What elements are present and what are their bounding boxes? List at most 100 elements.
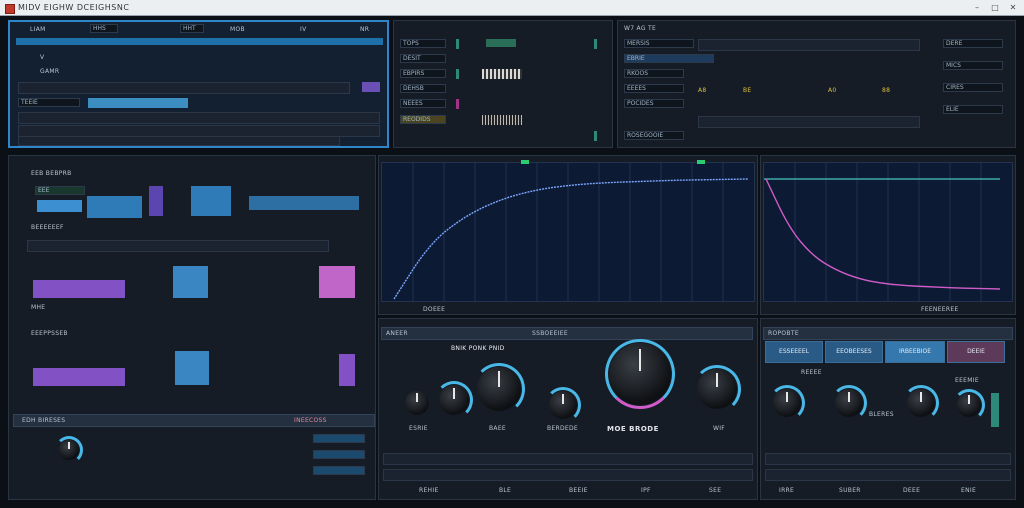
clip-blue[interactable] xyxy=(173,266,208,298)
knob[interactable] xyxy=(831,385,867,421)
right-label: EEEMIE xyxy=(955,377,979,384)
track-lane[interactable] xyxy=(698,116,920,128)
side-field-cires[interactable]: CIRES xyxy=(943,83,1003,92)
level-meter xyxy=(991,393,999,427)
clip-green[interactable] xyxy=(486,39,516,47)
row-eeees[interactable]: EEEES xyxy=(624,84,684,93)
track-lane[interactable] xyxy=(698,39,920,51)
waveform xyxy=(482,69,522,79)
curve-svg-1 xyxy=(393,163,749,301)
purple-clip[interactable] xyxy=(362,82,380,92)
clip-purple[interactable] xyxy=(149,186,163,216)
tab-button[interactable]: ESSEEEEL xyxy=(765,341,823,363)
minimize-button[interactable]: – xyxy=(972,3,982,12)
side-field-elie[interactable]: ELIE xyxy=(943,105,1003,114)
row-desit[interactable]: DESIT xyxy=(400,54,446,63)
clip-blue[interactable] xyxy=(37,200,82,212)
value-a0: A0 xyxy=(828,87,837,94)
knob-label: MOE BRODE xyxy=(607,425,659,433)
curve-plot-1[interactable] xyxy=(381,162,755,302)
bottom-label: DEEE xyxy=(903,487,921,494)
side-field-dere[interactable]: DERE xyxy=(943,39,1003,48)
main-knob[interactable] xyxy=(605,339,675,409)
timeline-header xyxy=(16,38,383,45)
tab-button[interactable]: IRBEEBIOE xyxy=(885,341,945,363)
row-ebrie[interactable]: EBRIE xyxy=(624,54,714,63)
row-pocides[interactable]: POCIDES xyxy=(624,99,684,108)
bottom-label: BLE xyxy=(499,487,512,494)
clip-blue[interactable] xyxy=(87,196,142,218)
knob[interactable] xyxy=(953,389,985,421)
menu-iv[interactable]: IV xyxy=(300,26,306,33)
effects-bottom-strip[interactable] xyxy=(383,453,753,465)
menu-nr[interactable]: NR xyxy=(360,26,369,33)
bottom-label: ENIE xyxy=(961,487,977,494)
right-label: BLERES xyxy=(869,411,894,418)
knob[interactable] xyxy=(405,391,429,415)
label-gamr: GAMR xyxy=(40,68,60,75)
right-bottom-strip[interactable] xyxy=(765,469,1011,481)
row-rkoos[interactable]: RKOOS xyxy=(624,69,684,78)
knob[interactable] xyxy=(545,387,581,423)
blue-field[interactable] xyxy=(313,434,365,443)
track-name-field[interactable]: TEEIE xyxy=(18,98,80,107)
right-bottom-strip[interactable] xyxy=(765,453,1011,465)
knob[interactable] xyxy=(903,385,939,421)
preset-field[interactable]: EEE xyxy=(35,186,85,195)
knob[interactable] xyxy=(693,365,741,413)
clip-purple[interactable] xyxy=(33,280,125,298)
row-neees[interactable]: NEEES xyxy=(400,99,446,108)
top-label-a: LIAM xyxy=(30,26,46,33)
row-mersis[interactable]: MERSIS xyxy=(624,39,694,48)
clip-blue[interactable] xyxy=(249,196,359,210)
maximize-button[interactable]: □ xyxy=(990,3,1000,12)
knob[interactable] xyxy=(769,385,805,421)
clip-blue[interactable] xyxy=(175,351,209,385)
panel-title: W7 AG TE xyxy=(624,25,657,32)
bottom-label: REHIE xyxy=(419,487,439,494)
clip-blue[interactable] xyxy=(191,186,231,216)
menu-mob[interactable]: MOB xyxy=(230,26,245,33)
row-ebpirs[interactable]: EBPIRS xyxy=(400,69,446,78)
close-button[interactable]: ✕ xyxy=(1008,3,1018,12)
blue-field[interactable] xyxy=(313,450,365,459)
knob[interactable] xyxy=(435,381,473,419)
curve-svg-2 xyxy=(764,163,1001,301)
curve-plot-2[interactable] xyxy=(763,162,1013,302)
clip-purple[interactable] xyxy=(33,368,125,386)
row-reodids[interactable]: REODIDS xyxy=(400,115,446,124)
section-label: BEEEEEEF xyxy=(31,224,64,231)
small-knob[interactable] xyxy=(55,436,83,464)
clip-blue[interactable] xyxy=(88,98,188,108)
tab-button[interactable]: DEEIE xyxy=(947,341,1005,363)
knob-label: ESRIE xyxy=(409,425,428,432)
top-left-panel: LIAM HHS HHT MOB IV NR V GAMR TEEIE xyxy=(8,20,389,148)
row-tops[interactable]: TOPS xyxy=(400,39,446,48)
tab-button[interactable]: EEOBEESES xyxy=(825,341,883,363)
large-knob[interactable] xyxy=(473,363,525,415)
button-hhs[interactable]: HHS xyxy=(90,24,118,33)
row-dehsb[interactable]: DEHSB xyxy=(400,84,446,93)
button-hht[interactable]: HHT xyxy=(180,24,204,33)
plot1-label: DOEEE xyxy=(423,306,446,313)
ruler[interactable] xyxy=(18,136,340,146)
track-strip[interactable] xyxy=(27,240,329,252)
marker xyxy=(521,160,529,164)
track-strip-2[interactable] xyxy=(18,112,380,124)
track-strip-1[interactable] xyxy=(18,82,350,94)
section1-label: ANEER xyxy=(386,330,408,337)
effects-subtitle: BNIK PONK PNID xyxy=(451,345,505,352)
app-icon xyxy=(5,4,15,14)
clip-pink[interactable] xyxy=(319,266,355,298)
section-label: EEEPPSSEB xyxy=(31,330,68,337)
side-field-mics[interactable]: MICS xyxy=(943,61,1003,70)
section-label: EEB BEBPRB xyxy=(31,170,72,177)
title-bar: MIDV EIGHW DCEIGHSNC – □ ✕ xyxy=(0,0,1024,16)
plot2-label: FEENEEREE xyxy=(921,306,959,313)
clip-purple[interactable] xyxy=(339,354,355,386)
meter xyxy=(594,39,597,49)
row-roseg[interactable]: ROSEGOOIE xyxy=(624,131,684,140)
blue-field[interactable] xyxy=(313,466,365,475)
right-panel: ROPOBTE ESSEEEEL EEOBEESES IRBEEBIOE DEE… xyxy=(760,318,1016,500)
effects-bottom-strip[interactable] xyxy=(383,469,753,481)
